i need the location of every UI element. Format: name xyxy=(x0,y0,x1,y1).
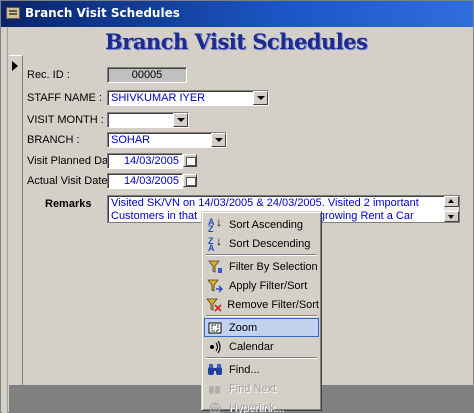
menu-item-remove-filter-sort[interactable]: Remove Filter/Sort xyxy=(204,295,319,314)
form-icon xyxy=(6,7,20,19)
menu-item-find[interactable]: Find... xyxy=(204,360,319,379)
branch-combo[interactable]: SOHAR xyxy=(107,132,227,148)
scroll-up-icon[interactable] xyxy=(444,196,459,207)
visit-month-label: VISIT MONTH : xyxy=(27,114,104,126)
filter-by-selection-icon xyxy=(204,257,226,276)
scroll-down-icon[interactable] xyxy=(444,211,459,222)
remarks-scrollbar[interactable] xyxy=(444,196,459,222)
menu-separator xyxy=(206,254,317,256)
staff-name-combo[interactable]: SHIVKUMAR IYER xyxy=(107,90,269,106)
menu-item-zoom[interactable]: Zoom xyxy=(204,318,319,337)
remarks-label: Remarks xyxy=(45,198,92,210)
branch-label: BRANCH : xyxy=(27,134,80,146)
rec-id-label: Rec. ID : xyxy=(27,69,70,81)
current-record-arrow-icon xyxy=(12,61,18,71)
menu-item-sort-ascending[interactable]: A Z ↓ Sort Ascending xyxy=(204,215,319,234)
sort-ascending-icon: A Z ↓ xyxy=(208,214,222,234)
record-selector[interactable] xyxy=(9,55,23,395)
menu-item-filter-by-selection[interactable]: Filter By Selection xyxy=(204,257,319,276)
actual-visit-date-field[interactable]: 14/03/2005 xyxy=(107,173,183,189)
calendar-icon xyxy=(204,337,226,356)
menu-item-find-next[interactable]: Find Next xyxy=(204,379,319,398)
visit-month-dropdown-icon[interactable] xyxy=(173,113,188,127)
menu-item-apply-filter-sort[interactable]: Apply Filter/Sort xyxy=(204,276,319,295)
rec-id-field: 00005 xyxy=(107,67,187,83)
branch-dropdown-icon[interactable] xyxy=(211,133,226,147)
menu-item-hyperlink[interactable]: Hyperlink... xyxy=(204,398,319,413)
menu-item-calendar[interactable]: Calendar xyxy=(204,337,319,356)
window-title: Branch Visit Schedules xyxy=(25,6,180,20)
binoculars-icon xyxy=(204,360,226,379)
remove-filter-icon xyxy=(204,295,224,314)
menu-item-sort-descending[interactable]: Z A ↓ Sort Descending xyxy=(204,234,319,253)
form-left-border xyxy=(2,28,8,413)
sort-descending-icon: Z A ↓ xyxy=(208,233,222,253)
apply-filter-icon xyxy=(204,276,226,295)
visit-planned-date-field[interactable]: 14/03/2005 xyxy=(107,153,183,169)
menu-separator xyxy=(206,315,317,317)
form-window: Branch Visit Schedules Branch Visit Sche… xyxy=(0,0,474,413)
actual-visit-calendar-icon[interactable] xyxy=(183,174,197,187)
actual-visit-date-label: Actual Visit Date : xyxy=(27,175,114,187)
staff-name-dropdown-icon[interactable] xyxy=(253,91,268,105)
menu-separator xyxy=(206,357,317,359)
form-heading: Branch Visit Schedules xyxy=(105,29,368,54)
zoom-icon xyxy=(204,318,226,337)
context-menu: A Z ↓ Sort Ascending Z A ↓ Sort Descending F… xyxy=(201,211,322,413)
title-bar[interactable]: Branch Visit Schedules xyxy=(1,1,473,27)
hyperlink-icon xyxy=(204,398,226,413)
staff-name-label: STAFF NAME : xyxy=(27,92,102,104)
find-next-icon xyxy=(204,379,226,398)
visit-planned-calendar-icon[interactable] xyxy=(183,154,197,167)
